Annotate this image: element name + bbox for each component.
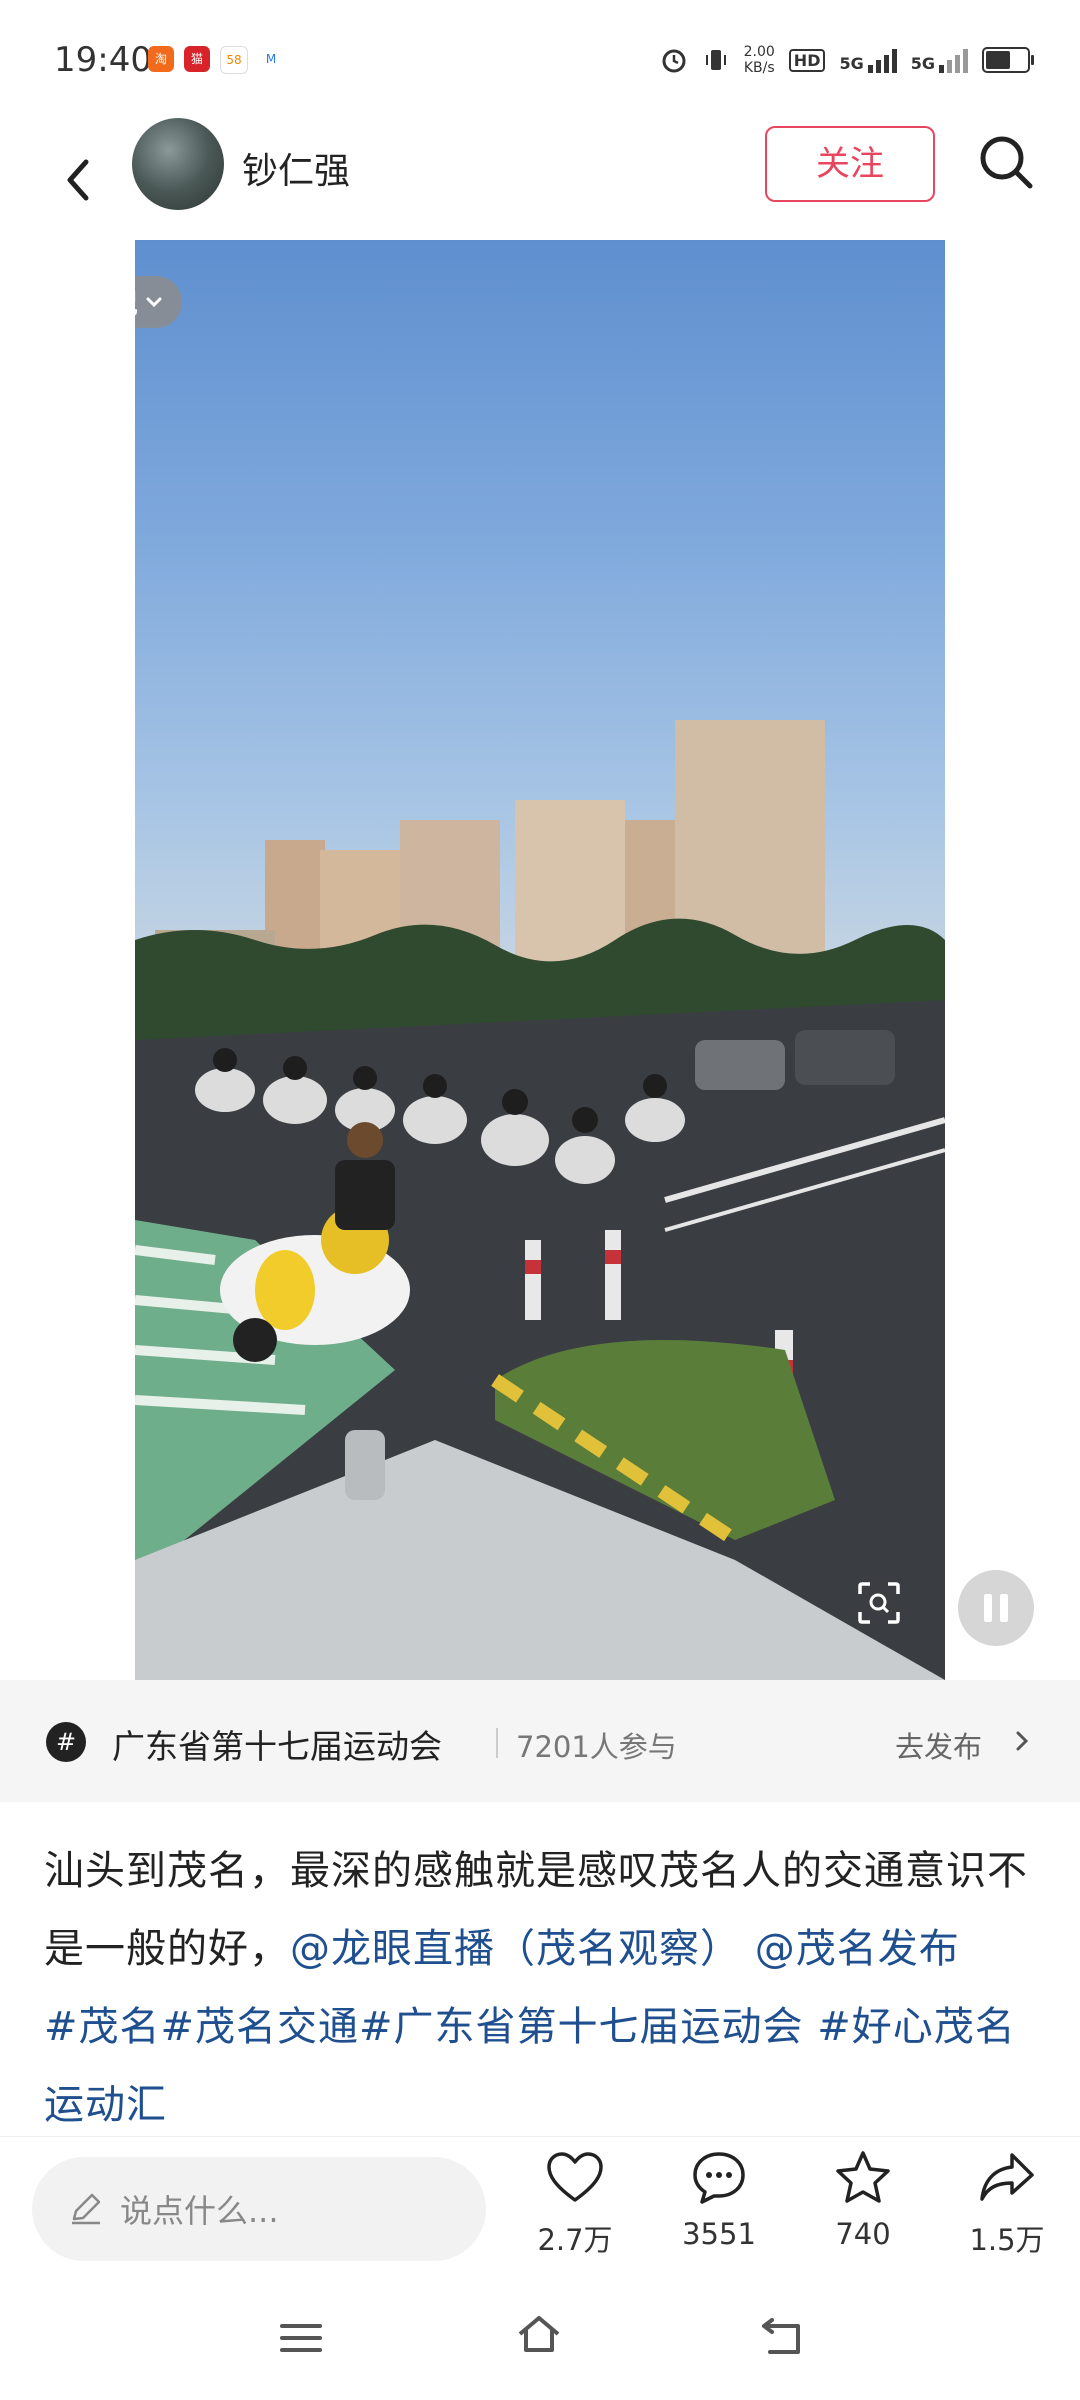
topic-participants: 7201人参与: [516, 1730, 677, 1764]
pause-icon: [984, 1594, 992, 1622]
username[interactable]: 钞仁强: [242, 142, 350, 194]
mention-link[interactable]: @茂名发布: [755, 1926, 960, 1972]
topic-bar[interactable]: # 广东省第十七届运动会 7201人参与 去发布: [0, 1680, 1080, 1802]
topic-publish-link[interactable]: 去发布: [895, 1724, 982, 1766]
topic-hash-icon: #: [46, 1722, 86, 1762]
signal-2: 5G: [911, 47, 968, 73]
hashtag-link[interactable]: #茂名交通: [161, 2004, 360, 2050]
menu-icon[interactable]: [276, 2316, 326, 2360]
post-caption: 汕头到茂名，最深的感触就是感叹茂名人的交通意识不是一般的好，@龙眼直播（茂名观察…: [44, 1832, 1044, 2144]
follow-button[interactable]: 关注: [765, 126, 935, 202]
video-area: 实况: [0, 240, 1080, 1680]
search-button[interactable]: [972, 128, 1042, 198]
home-icon[interactable]: [514, 2312, 564, 2356]
star-icon: [836, 2151, 890, 2203]
back-icon: [67, 159, 89, 201]
app-m-icon: M: [258, 46, 284, 72]
comment-icon: [693, 2152, 745, 2204]
share-icon: [980, 2153, 1034, 2201]
taobao-app-icon: 淘: [148, 46, 174, 72]
like-button[interactable]: 2.7万: [520, 2147, 630, 2259]
mention-link[interactable]: @龙眼直播（茂名观察）: [290, 1926, 741, 1972]
comment-placeholder: 说点什么...: [120, 2192, 279, 2230]
favorite-count: 740: [835, 2217, 891, 2251]
chevron-down-icon: [146, 297, 162, 308]
back-button[interactable]: [44, 138, 124, 218]
heart-icon: [547, 2152, 603, 2202]
live-badge-label: 实况: [135, 282, 138, 322]
vibrate-icon: [705, 50, 726, 70]
like-count: 2.7万: [537, 2223, 613, 2257]
tmall-app-icon: 猫: [184, 46, 210, 72]
return-icon[interactable]: [756, 2316, 806, 2360]
avatar[interactable]: [132, 118, 224, 210]
bottom-action-bar: 说点什么... 2.7万 3551 740 1.5万: [0, 2136, 1080, 2277]
search-icon: [980, 136, 1033, 189]
hashtag-link[interactable]: #广东省第十七届运动会: [359, 2004, 804, 2050]
network-speed: 2.00 KB/s: [743, 44, 775, 76]
comment-button[interactable]: 3551: [664, 2147, 774, 2251]
signal-1: 5G: [839, 47, 897, 73]
header-bar: 钞仁强 关注: [0, 118, 1080, 241]
chevron-right-icon: [1016, 1731, 1029, 1751]
status-time: 19:40: [54, 40, 152, 80]
zoom-icon: [858, 1582, 900, 1624]
hd-badge: HD: [788, 48, 826, 72]
battery-icon: [982, 47, 1034, 73]
pen-icon: [72, 2193, 101, 2225]
zoom-button[interactable]: [856, 1580, 902, 1626]
share-count: 1.5万: [969, 2223, 1045, 2257]
comment-count: 3551: [682, 2217, 756, 2251]
system-nav-bar: [0, 2276, 1080, 2400]
notification-icons: 淘 猫 58 M: [148, 46, 284, 74]
video-player[interactable]: 实况: [135, 240, 945, 1680]
video-frame: [135, 720, 945, 1680]
favorite-button[interactable]: 740: [808, 2147, 918, 2251]
share-button[interactable]: 1.5万: [952, 2147, 1062, 2259]
app-58-icon: 58: [220, 46, 248, 74]
comment-input[interactable]: 说点什么...: [32, 2157, 486, 2261]
topic-divider: [496, 1728, 498, 1758]
alarm-icon: [662, 49, 686, 73]
hashtag-link[interactable]: #茂名: [44, 2004, 161, 2050]
topic-title: 广东省第十七届运动会: [112, 1727, 442, 1766]
status-bar: 19:40 淘 猫 58 M 2.00 KB/s HD 5G 5G: [0, 0, 1080, 120]
pause-button[interactable]: [958, 1570, 1034, 1646]
status-indicators: 2.00 KB/s HD 5G 5G: [660, 44, 1034, 76]
